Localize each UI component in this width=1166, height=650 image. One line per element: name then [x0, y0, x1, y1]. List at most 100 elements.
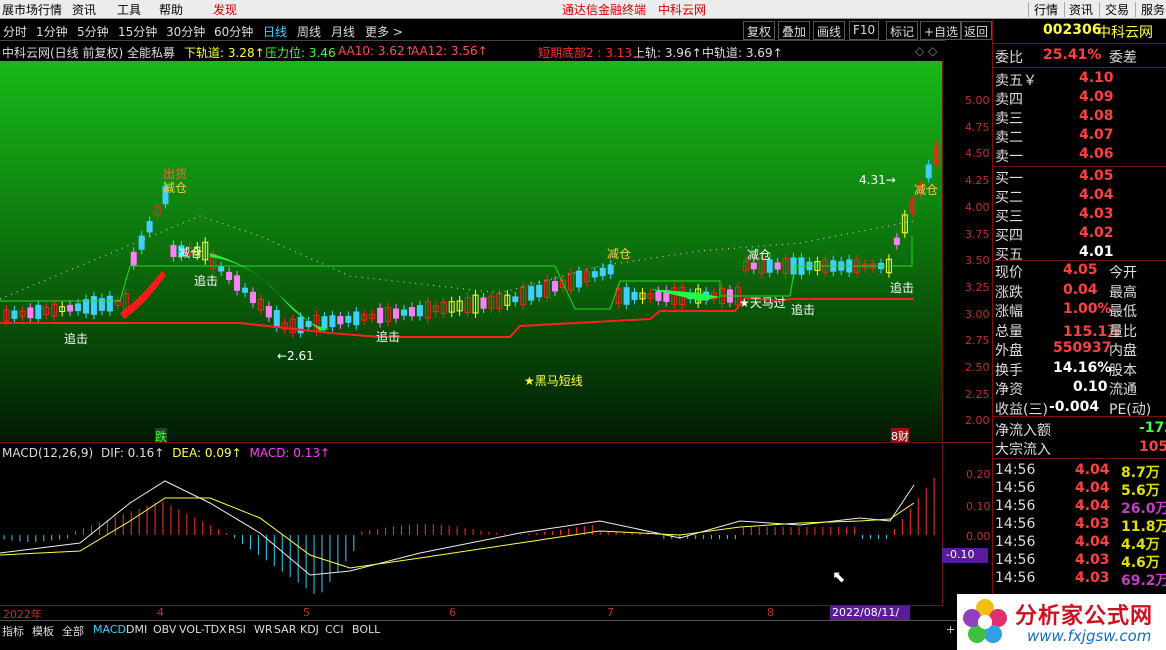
ann-jiancang-1: 减仓: [163, 181, 188, 195]
price-axis-label: 2.25: [965, 387, 990, 401]
period-60min[interactable]: 60分钟: [214, 23, 253, 40]
bid-row: 买三 4.03: [995, 206, 1114, 225]
indicator-info-line: 中科云网(日线 前复权) 全能私募 下轨道: 3.28↑ 压力位: 3.46 A…: [0, 42, 945, 61]
candle: [512, 296, 519, 303]
candle: [242, 287, 248, 293]
macd-panel[interactable]: MACD(12,26,9) DIF: 0.16↑ DEA: 0.09↑ MACD…: [0, 442, 992, 606]
tab-template[interactable]: 模板: [32, 623, 54, 639]
candle: [655, 291, 662, 301]
flow-row: 净流入额-173: [995, 420, 1166, 439]
logo-url: www.fxjgsw.com: [1027, 627, 1152, 645]
candle: [623, 287, 630, 305]
macd-axis-1: 0.10: [966, 500, 991, 513]
f10-button[interactable]: F10: [849, 21, 880, 40]
menu-tools[interactable]: 工具: [117, 1, 141, 18]
price-chart[interactable]: 出货 减仓 减仓 减仓 减仓 减仓 追击 追击 追击 追击 追击 ←2.61 4…: [0, 61, 942, 445]
cursor-value-label: -0.10: [942, 548, 988, 563]
quote-row: 现价 4.05 今开: [995, 262, 1137, 281]
candle: [90, 296, 97, 315]
tick-row: 14:56 4.04 8.7万: [995, 462, 1160, 481]
tab-kdj[interactable]: KDJ: [300, 623, 319, 636]
tab-obv[interactable]: OBV: [153, 623, 176, 636]
ask-row: 卖三 4.08: [995, 108, 1114, 127]
tab-cci[interactable]: CCI: [325, 623, 344, 636]
menu-info[interactable]: 资讯: [1069, 1, 1093, 18]
menu-service[interactable]: 服务: [1141, 1, 1165, 18]
overlay-button[interactable]: 叠加: [778, 21, 811, 40]
period-30min[interactable]: 30分钟: [166, 23, 205, 40]
app-stock-title: 中科云网: [658, 3, 707, 17]
menu-discover[interactable]: 发现: [213, 1, 237, 18]
menu-trade[interactable]: 交易: [1105, 1, 1129, 18]
ann-zhuiji-1: 追击: [64, 332, 89, 346]
period-month[interactable]: 月线: [331, 23, 355, 40]
candle: [321, 316, 328, 329]
price-axis-label: 4.25: [965, 174, 990, 188]
app-title: 通达信金融终端: [562, 3, 647, 17]
stock-code: 002306: [1043, 22, 1102, 38]
adjust-button[interactable]: 复权: [743, 21, 776, 40]
add-watchlist-button[interactable]: +自选: [920, 21, 963, 40]
price-axis-label: 3.00: [965, 307, 990, 321]
quote-panel: 002306 中科云网 委比 25.41% 委差 卖五￥ 4.10 卖四 4.09 卖三…: [992, 20, 1166, 600]
tab-sar[interactable]: SAR: [274, 623, 296, 636]
period-1min[interactable]: 1分钟: [36, 23, 68, 40]
tab-indicator[interactable]: 指标: [2, 623, 24, 639]
period-week[interactable]: 周线: [297, 23, 321, 40]
tab-wr[interactable]: WR: [254, 623, 273, 636]
tab-all[interactable]: 全部: [62, 623, 84, 639]
mark-button[interactable]: 标记: [886, 21, 919, 40]
tab-rsi[interactable]: RSI: [228, 623, 246, 636]
candle: [83, 299, 89, 314]
candle: [599, 267, 606, 277]
period-tick[interactable]: 分时: [3, 23, 27, 40]
price-axis-label: 2.00: [965, 414, 990, 428]
ann-tianma: ★天马过: [739, 296, 786, 310]
add-tab-icon[interactable]: +: [946, 623, 955, 636]
chart-title: 中科云网(日线 前复权) 全能私募: [2, 46, 175, 60]
tab-dmi[interactable]: DMI: [126, 623, 147, 636]
ask-row: 卖五￥ 4.10: [995, 70, 1114, 89]
diamond-icon[interactable]: ◇ ◇: [915, 44, 937, 58]
price-axis-label: 2.75: [965, 334, 990, 348]
menu-news[interactable]: 资讯: [72, 1, 96, 18]
quote-row: 换手 14.16% 股本: [995, 359, 1137, 379]
ann-jiancang-2: 减仓: [178, 246, 203, 260]
candle: [408, 307, 415, 317]
price-axis-label: 2.50: [965, 361, 990, 374]
period-day[interactable]: 日线: [263, 23, 287, 40]
menu-quotes[interactable]: 行情: [1034, 1, 1058, 18]
period-5min[interactable]: 5分钟: [77, 23, 109, 40]
candle: [925, 164, 932, 179]
quote-row: 收益(三) -0.004 PE(动): [995, 398, 1152, 418]
candle: [591, 271, 598, 278]
candle: [67, 304, 74, 312]
mid-band-value: 中轨道: 3.69↑: [702, 46, 783, 60]
candle: [416, 305, 423, 317]
candle: [170, 245, 177, 257]
period-15min[interactable]: 15分钟: [118, 23, 157, 40]
macd-canvas: [0, 477, 935, 594]
flower-logo-icon: [963, 599, 1007, 643]
date-axis: 2022年 4 5 6 7 8 2022/08/11/四: [0, 605, 942, 634]
candle: [552, 281, 559, 292]
tab-vol-tdx[interactable]: VOL-TDX: [179, 623, 227, 636]
menu-market[interactable]: 展市场行情: [2, 1, 62, 18]
tab-boll[interactable]: BOLL: [352, 623, 380, 636]
date-month-4: 4: [157, 606, 164, 619]
candle: [774, 262, 781, 270]
candle: [27, 307, 34, 319]
candle: [353, 311, 360, 326]
price-axis: 5.00 4.75 4.50 4.25 4.00 3.75 3.50 3.25 3.00 2.75…: [942, 61, 992, 441]
period-more[interactable]: 更多 >: [365, 23, 403, 40]
price-axis-label: 3.75: [965, 227, 990, 241]
candle: [138, 235, 145, 250]
draw-button[interactable]: 画线: [813, 21, 846, 40]
menu-help[interactable]: 帮助: [159, 1, 183, 18]
candle: [575, 270, 582, 288]
back-button[interactable]: 返回: [960, 21, 993, 40]
tick-row: 14:56 4.03 11.8万: [995, 516, 1166, 535]
tab-macd[interactable]: MACD: [93, 623, 126, 636]
tick-row: 14:56 4.03 4.6万: [995, 552, 1160, 571]
ann-high-price: 4.31→: [859, 173, 896, 187]
